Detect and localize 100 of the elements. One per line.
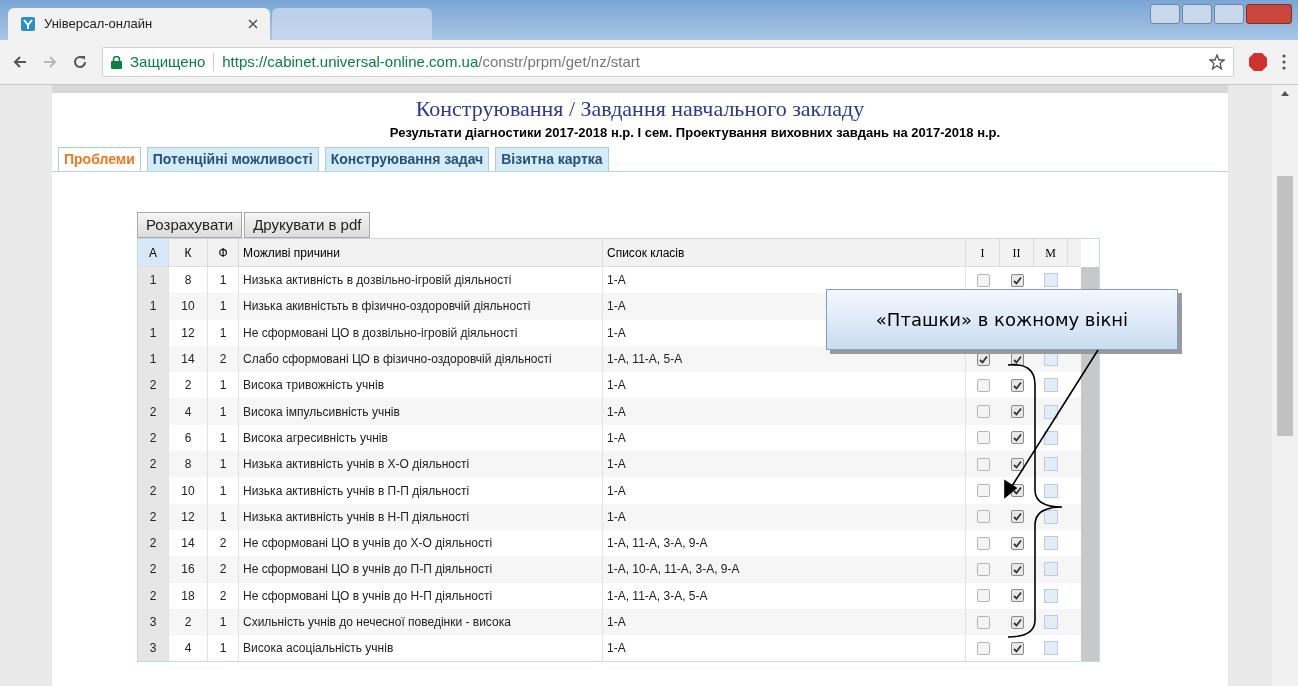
- table-cell: 2: [138, 556, 169, 583]
- checkbox[interactable]: [976, 457, 990, 471]
- table-cell: Не сформовані ЦО в учнів до П-П діяльності: [239, 556, 603, 583]
- lock-icon: [111, 55, 122, 69]
- checkbox[interactable]: [1010, 615, 1024, 629]
- table-cell: 2: [138, 582, 169, 609]
- column-header[interactable]: I: [966, 239, 1000, 266]
- table-cell: 10: [169, 293, 208, 320]
- table-cell: 1: [208, 503, 239, 530]
- maximize-button[interactable]: [1214, 4, 1244, 24]
- table-cell: 1-А, 11-А, 3-А, 5-А: [603, 582, 966, 609]
- table-cell: 2: [138, 529, 169, 557]
- page-tab[interactable]: Конструювання задач: [324, 147, 490, 171]
- page-title: Конструювання / Завдання навчального закладу: [414, 95, 866, 123]
- checkbox[interactable]: [1010, 405, 1024, 419]
- back-icon[interactable]: [12, 54, 28, 70]
- star-icon[interactable]: [1209, 54, 1225, 70]
- site-logo-icon: [20, 16, 36, 32]
- checkbox[interactable]: [1010, 457, 1024, 471]
- table-cell: 2: [138, 503, 169, 530]
- table-cell: 12: [169, 503, 208, 530]
- checkbox[interactable]: [1010, 431, 1024, 445]
- column-header[interactable]: Ф: [208, 239, 239, 266]
- checkbox[interactable]: [1010, 510, 1024, 524]
- profile-button[interactable]: [1150, 4, 1180, 24]
- checkbox[interactable]: [976, 484, 990, 497]
- stop-sign-icon[interactable]: [1248, 52, 1268, 72]
- table-cell: 1: [208, 398, 239, 425]
- close-icon[interactable]: [248, 19, 258, 29]
- table-cell: Низька активність учнів в Н-П діяльності: [239, 503, 603, 530]
- checkbox[interactable]: [976, 405, 990, 419]
- table-cell: 1-А: [603, 477, 966, 504]
- page-tab[interactable]: Візитна картка: [495, 147, 609, 171]
- table-cell: 1: [138, 293, 169, 320]
- table-cell: Висока асоціальність учнів: [239, 635, 603, 662]
- table-cell: Висока імпульсивність учнів: [239, 398, 603, 425]
- column-header[interactable]: А: [138, 239, 169, 266]
- checkbox[interactable]: [976, 510, 990, 524]
- table-cell: 18: [169, 582, 208, 609]
- table-cell: 1: [138, 267, 169, 294]
- checkbox[interactable]: [1010, 562, 1024, 576]
- table-cell: 1: [208, 319, 239, 346]
- minimize-button[interactable]: [1182, 4, 1212, 24]
- column-header[interactable]: Список класів: [603, 239, 966, 266]
- more-button[interactable]: [1044, 404, 1058, 419]
- checkbox[interactable]: [976, 562, 990, 576]
- checkbox[interactable]: [976, 431, 990, 445]
- secure-label: Защищено: [130, 51, 206, 72]
- table-cell: 1: [138, 319, 169, 346]
- checkbox[interactable]: [1010, 589, 1024, 603]
- table-cell: 1: [138, 345, 169, 373]
- page-tab[interactable]: Потенційні можливості: [146, 147, 319, 171]
- more-button[interactable]: [1044, 430, 1058, 445]
- forward-icon[interactable]: [42, 54, 58, 70]
- address-bar[interactable]: Защищено https://cabinet.universal-online.com.ua/constr/prpm/get/nz/start: [102, 47, 1234, 77]
- table-cell: 1: [208, 635, 239, 662]
- column-header[interactable]: К: [169, 239, 208, 266]
- checkbox[interactable]: [1010, 641, 1024, 655]
- action-button[interactable]: Розрахувати: [137, 212, 243, 238]
- column-header[interactable]: M: [1034, 239, 1068, 266]
- url-text: https://cabinet.universal-online.com.ua/constr/prpm/get/nz/start: [222, 51, 641, 72]
- menu-icon[interactable]: [1282, 54, 1286, 70]
- table-cell: Низька акивністьть в фізично-оздоровчій діяльності: [239, 293, 603, 320]
- table-cell: 2: [138, 372, 169, 399]
- table-cell: 1-А: [603, 398, 966, 425]
- table-cell: 4: [169, 398, 208, 425]
- checkbox[interactable]: [1010, 378, 1024, 392]
- page-scrollbar[interactable]: [1272, 85, 1298, 686]
- checkbox[interactable]: [976, 641, 990, 655]
- table-cell: 2: [138, 477, 169, 504]
- table-cell: 3: [138, 608, 169, 636]
- close-button[interactable]: [1246, 4, 1292, 24]
- checkbox[interactable]: [976, 378, 990, 392]
- action-button[interactable]: Друкувати в pdf: [244, 212, 371, 238]
- checkbox[interactable]: [976, 589, 990, 603]
- table-cell: 4: [169, 635, 208, 662]
- table-cell: 1-А, 10-А, 11-А, 3-А, 9-А: [603, 556, 966, 583]
- checkbox[interactable]: [1010, 273, 1024, 287]
- table-cell: 16: [169, 556, 208, 583]
- checkbox[interactable]: [976, 615, 990, 629]
- table-cell: 2: [208, 556, 239, 583]
- checkbox[interactable]: [1010, 536, 1024, 550]
- table-cell: Низька активність учнів в П-П діяльності: [239, 477, 603, 504]
- column-header[interactable]: II: [1000, 239, 1034, 266]
- more-button[interactable]: [1044, 509, 1058, 524]
- table-cell: 1-А: [603, 503, 966, 530]
- checkbox[interactable]: [976, 536, 990, 550]
- tab-title: Універсал-онлайн: [44, 15, 154, 34]
- scroll-up-icon[interactable]: [1281, 91, 1289, 96]
- table-cell: 2: [138, 398, 169, 425]
- checkbox[interactable]: [976, 273, 990, 287]
- table-cell: Не сформовані ЦО в дозвільно-ігровій діяльності: [239, 319, 603, 346]
- reload-icon[interactable]: [72, 54, 88, 70]
- browser-tab[interactable]: Універсал-онлайн: [8, 8, 270, 40]
- column-header[interactable]: Можливі причини: [239, 239, 603, 266]
- table-cell: 2: [138, 424, 169, 452]
- page-subtitle: Результати діагностики 2017-2018 н.р. І сем. Проектування виховних завдань на 2017-2018 н.р.: [388, 124, 1002, 142]
- table-cell: 3: [138, 635, 169, 662]
- table-cell: 10: [169, 477, 208, 504]
- table-cell: 1: [208, 477, 239, 504]
